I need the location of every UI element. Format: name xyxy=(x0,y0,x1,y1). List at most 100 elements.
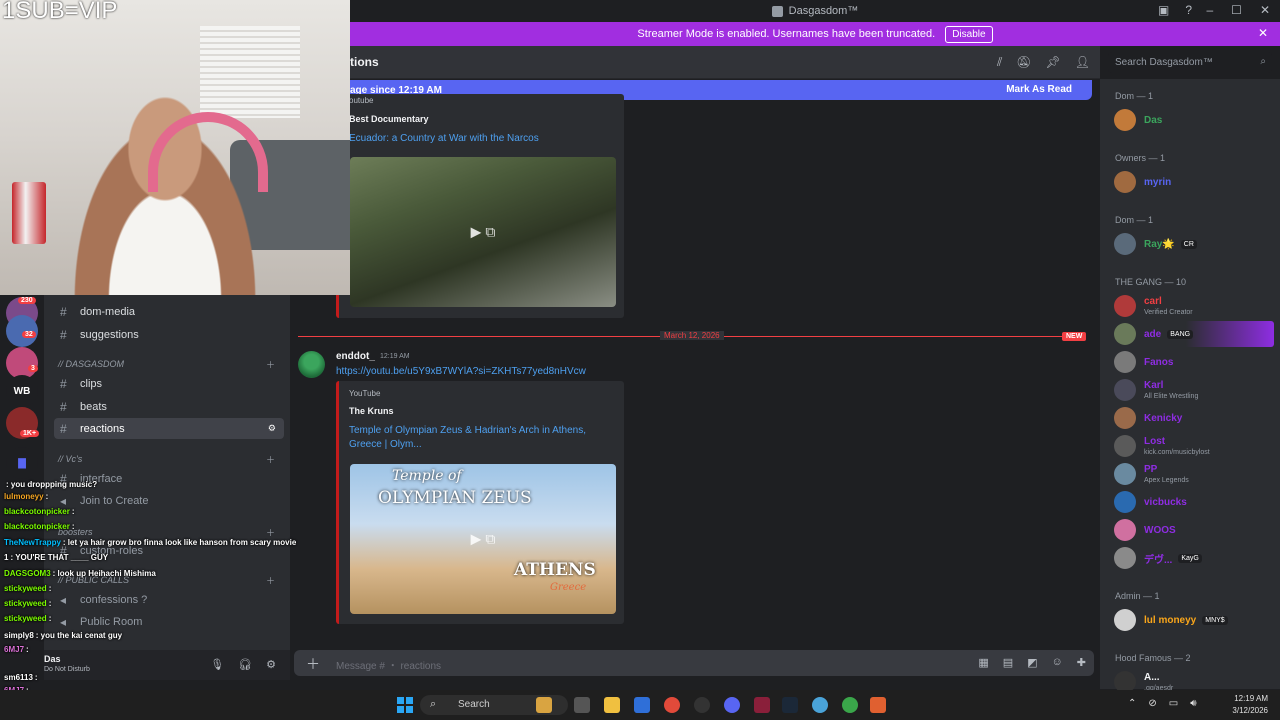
obs-icon[interactable] xyxy=(694,697,710,713)
avatar[interactable] xyxy=(1114,547,1136,569)
stream-chat-message: stickyweed: xyxy=(4,614,51,623)
channel-clips[interactable]: # clips xyxy=(54,373,284,394)
avatar[interactable] xyxy=(1114,407,1136,429)
chat-username: blackcotonpicker xyxy=(4,522,70,531)
avatar[interactable] xyxy=(298,351,325,378)
avatar[interactable] xyxy=(1114,171,1136,193)
avatar[interactable] xyxy=(1114,323,1136,345)
avatar[interactable] xyxy=(1114,379,1136,401)
clock[interactable]: 12:19 AM 3/12/2026 xyxy=(1232,693,1268,717)
disable-button[interactable]: Disable xyxy=(945,25,993,43)
chat-username: stickyweed xyxy=(4,599,47,608)
volume-icon[interactable]: 🔊︎ xyxy=(1190,698,1196,709)
browser-icon[interactable] xyxy=(812,697,828,713)
channel-reactions[interactable]: # reactions ⚙ xyxy=(54,418,284,439)
member-name: vicbucks xyxy=(1144,496,1187,508)
maximize-button[interactable]: ☐ xyxy=(1231,3,1242,17)
mark-as-read-button[interactable]: Mark As Read xyxy=(1006,84,1072,95)
channel-dom-media[interactable]: # dom-media xyxy=(54,301,284,322)
gift-icon[interactable]: ▦ xyxy=(978,656,988,669)
file-explorer-icon[interactable] xyxy=(604,697,620,713)
settings-icon[interactable]: ⚙ xyxy=(268,423,276,434)
store-icon[interactable] xyxy=(634,697,650,713)
member-row[interactable]: lul moneyy MNY$ xyxy=(1114,607,1274,633)
sticker-icon[interactable]: ◩ xyxy=(1027,656,1037,669)
adobe-icon[interactable] xyxy=(754,697,770,713)
message-author[interactable]: enddot_ xyxy=(336,351,375,362)
avatar[interactable] xyxy=(1114,295,1136,317)
message-input[interactable]: ＋ Message # ・ reactions ▦ ▤ ◩ ☺ ✚ xyxy=(294,650,1094,676)
member-row[interactable]: vicbucks xyxy=(1114,489,1274,515)
chrome-icon-2[interactable] xyxy=(842,697,858,713)
member-row[interactable]: myrin xyxy=(1114,169,1274,195)
member-row[interactable]: Ray🌟 CR xyxy=(1114,231,1274,257)
avatar[interactable] xyxy=(1114,519,1136,541)
apps-icon[interactable]: ✚ xyxy=(1077,656,1086,669)
avatar[interactable] xyxy=(1114,609,1136,631)
close-window-button[interactable]: ✕ xyxy=(1260,3,1270,17)
search-input[interactable]: Search Dasgasdom™ ⌕ xyxy=(1108,52,1272,73)
member-row[interactable]: Lost kick.com/musicbylost xyxy=(1114,433,1274,459)
help-icon[interactable]: ? xyxy=(1185,3,1192,17)
embed-title-link-2[interactable]: Greece | Olym... xyxy=(349,439,422,450)
minimize-button[interactable]: – xyxy=(1206,3,1213,17)
member-row[interactable]: Karl All Elite Wrestling xyxy=(1114,377,1274,403)
message-link[interactable]: https://youtu.be/u5Y9xB7WYlA?si=ZKHTs77y… xyxy=(336,366,586,377)
inbox-icon[interactable]: ▣ xyxy=(1158,3,1169,17)
category-vcs[interactable]: // Vc's ＋ xyxy=(58,454,275,465)
play-icon[interactable]: ▶ ⧉ xyxy=(471,531,496,548)
avatar[interactable] xyxy=(1114,491,1136,513)
monitor-icon[interactable]: ▭ xyxy=(1169,698,1178,709)
member-row[interactable]: Kenicky xyxy=(1114,405,1274,431)
member-row[interactable]: Fanos xyxy=(1114,349,1274,375)
member-row[interactable]: デヴ... KayG xyxy=(1114,545,1274,571)
chat-username: blackcotonpicker xyxy=(4,507,70,516)
add-channel-icon[interactable]: ＋ xyxy=(266,358,275,371)
member-row[interactable]: Das xyxy=(1114,107,1274,133)
divider-date: March 12, 2026 xyxy=(660,331,724,340)
embed-title-link[interactable]: Temple of Olympian Zeus & Hadrian's Arch… xyxy=(349,425,586,436)
member-name: Kenicky xyxy=(1144,412,1183,424)
threads-icon[interactable]: ⫽ xyxy=(997,55,1002,70)
category-dasgasdom[interactable]: // DASGASDOM ＋ xyxy=(58,359,275,370)
play-icon[interactable]: ▶ ⧉ xyxy=(471,224,496,241)
network-icon[interactable]: ⊘ xyxy=(1148,698,1156,709)
pin-icon[interactable]: 📌︎ xyxy=(1046,55,1061,70)
member-row[interactable]: carl Verified Creator xyxy=(1114,293,1274,319)
widget-icon[interactable] xyxy=(536,697,552,713)
member-row[interactable]: ade BANG xyxy=(1114,321,1274,347)
add-channel-icon[interactable]: ＋ xyxy=(266,453,275,466)
notifications-muted-icon[interactable]: 🔕︎ xyxy=(1016,55,1031,70)
avatar[interactable] xyxy=(1114,351,1136,373)
chat-text: : xyxy=(34,673,38,682)
task-view-icon[interactable] xyxy=(574,697,590,713)
chrome-icon[interactable] xyxy=(664,697,680,713)
member-row[interactable]: WOOS xyxy=(1114,517,1274,543)
avatar[interactable] xyxy=(1114,233,1136,255)
folder-icon[interactable]: ▇ xyxy=(6,447,38,479)
steam-icon[interactable] xyxy=(782,697,798,713)
chevron-up-icon[interactable]: ⌃ xyxy=(1128,698,1136,709)
avatar[interactable] xyxy=(1114,109,1136,131)
close-banner-icon[interactable]: ✕ xyxy=(1258,26,1268,40)
embed-provider: YouTube xyxy=(349,389,381,398)
member-list-icon[interactable]: 👤︎ xyxy=(1075,55,1090,70)
embed-title-link[interactable]: Ecuador: a Country at War with the Narco… xyxy=(349,133,539,144)
member-row[interactable]: PP Apex Legends xyxy=(1114,461,1274,487)
discord-icon[interactable] xyxy=(724,697,740,713)
add-attachment-icon[interactable]: ＋ xyxy=(306,654,320,674)
server-badge: 3 xyxy=(28,365,38,372)
video-thumbnail[interactable]: Temple of OLYMPIAN ZEUS ATHENS Greece ▶ … xyxy=(350,464,616,614)
video-thumbnail[interactable]: ▶ ⧉ xyxy=(350,157,616,307)
gif-icon[interactable]: ▤ xyxy=(1003,656,1013,669)
start-button[interactable] xyxy=(397,697,413,713)
chat-username: DAGSGOM3 xyxy=(4,569,51,578)
app-icon[interactable] xyxy=(870,697,886,713)
emoji-icon[interactable]: ☺ xyxy=(1052,656,1063,669)
avatar[interactable] xyxy=(1114,463,1136,485)
channel-suggestions[interactable]: # suggestions xyxy=(54,324,284,345)
server-icon-wb[interactable]: WB xyxy=(6,375,38,407)
avatar[interactable] xyxy=(1114,435,1136,457)
channel-beats[interactable]: # beats xyxy=(54,396,284,417)
stream-chat-message: simply8: you the kai cenat guy xyxy=(4,631,122,640)
